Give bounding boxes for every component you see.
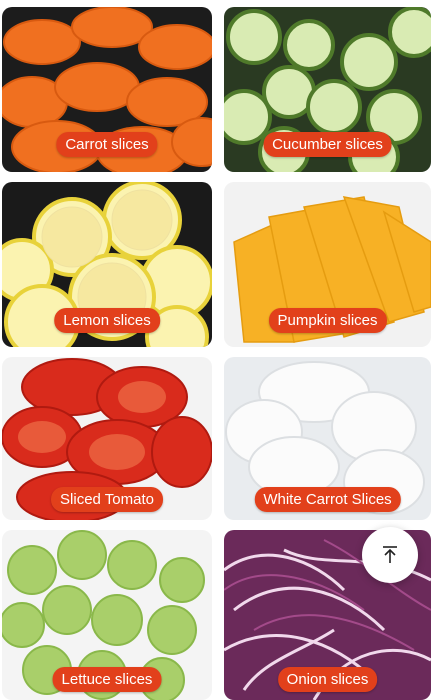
tile-pumpkin[interactable]: Pumpkin slices <box>224 182 431 347</box>
tile-label: Sliced Tomato <box>51 487 163 512</box>
tile-lettuce[interactable]: Lettuce slices <box>2 530 212 700</box>
tile-white-carrot[interactable]: White Carrot Slices <box>224 357 431 520</box>
tile-label: White Carrot Slices <box>254 487 401 512</box>
tile-lemon[interactable]: Lemon slices <box>2 182 212 347</box>
tile-label: Onion slices <box>277 667 378 692</box>
tile-cucumber[interactable]: Cucumber slices <box>224 7 431 172</box>
back-to-top-button[interactable] <box>362 527 418 583</box>
tile-label: Carrot slices <box>56 132 158 157</box>
tile-label: Cucumber slices <box>263 132 392 157</box>
tile-tomato[interactable]: Sliced Tomato <box>2 357 212 520</box>
arrow-up-to-line-icon <box>383 546 397 563</box>
tile-carrot[interactable]: Carrot slices <box>2 7 212 172</box>
tile-label: Lettuce slices <box>52 667 162 692</box>
product-image-grid: Carrot slices Cucumber slices Lemon slic… <box>0 0 431 700</box>
tile-label: Lemon slices <box>54 308 160 333</box>
tile-label: Pumpkin slices <box>268 308 387 333</box>
